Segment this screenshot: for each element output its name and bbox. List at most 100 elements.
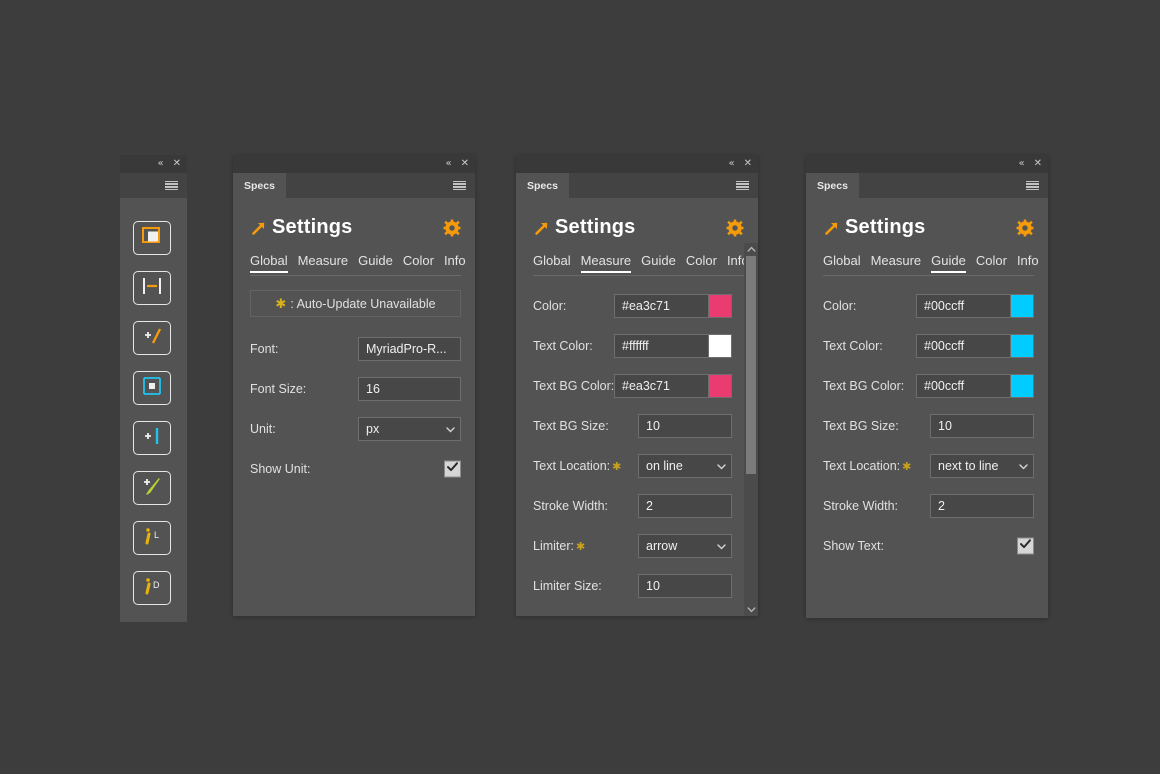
svg-text:L: L: [154, 530, 159, 540]
text-input[interactable]: 2: [638, 494, 732, 518]
form-row: Stroke Width: 2: [823, 486, 1034, 526]
star-icon: ✱: [275, 295, 287, 311]
settings-form: Font: MyriadPro-R... Font Size: 16 Unit: px Sh…: [250, 329, 461, 489]
collapse-icon[interactable]: «: [157, 159, 163, 169]
tab-color[interactable]: Color: [686, 253, 717, 272]
settings-tabs: Global Measure Guide Color Info: [823, 253, 1039, 276]
tab-guide[interactable]: Guide: [931, 253, 966, 273]
gear-icon[interactable]: [1016, 219, 1034, 237]
panel-menu-icon[interactable]: [165, 180, 178, 191]
color-swatch[interactable]: [1010, 334, 1034, 358]
color-swatch[interactable]: [1010, 294, 1034, 318]
collapse-icon[interactable]: «: [1018, 159, 1024, 169]
scroll-down-icon[interactable]: [744, 603, 758, 616]
form-row-label: Text BG Color:: [823, 379, 905, 393]
tab-global[interactable]: Global: [250, 253, 288, 273]
panel-menu-icon[interactable]: [736, 180, 749, 191]
tab-info[interactable]: Info: [444, 253, 466, 272]
text-input[interactable]: 10: [638, 574, 732, 598]
field-value: 16: [366, 382, 380, 396]
select-field[interactable]: px: [358, 417, 461, 441]
scroll-up-icon[interactable]: [744, 243, 758, 256]
window-controls: «✕: [445, 155, 469, 173]
tool-strip-window-controls: « ✕: [157, 155, 181, 173]
close-icon[interactable]: ✕: [744, 159, 752, 169]
tool-button-info-document[interactable]: D: [133, 571, 171, 605]
tool-button-artboard-spec[interactable]: [133, 221, 171, 255]
checkbox[interactable]: [1017, 537, 1034, 555]
color-swatch[interactable]: [708, 334, 732, 358]
tool-button-width-measure[interactable]: [133, 271, 171, 305]
text-input[interactable]: 10: [930, 414, 1034, 438]
check-icon: [1019, 537, 1032, 555]
tab-measure[interactable]: Measure: [871, 253, 922, 272]
chevron-down-icon: [439, 424, 456, 435]
text-input[interactable]: MyriadPro-R...: [358, 337, 461, 361]
form-row-label: Limiter Size:: [533, 579, 602, 593]
form-row: Text Location: ✱ on line: [533, 446, 732, 486]
checkbox[interactable]: [444, 460, 461, 478]
tool-button-area-spec[interactable]: [133, 371, 171, 405]
tab-info[interactable]: Info: [1017, 253, 1039, 272]
form-row: Text Color: #00ccff: [823, 326, 1034, 366]
text-input[interactable]: 2: [930, 494, 1034, 518]
panel-menu-icon[interactable]: [453, 180, 466, 191]
tool-strip-body: L D: [120, 198, 187, 622]
form-row: Font Size: 16: [250, 369, 461, 409]
color-hex-input[interactable]: #ea3c71: [614, 294, 708, 318]
text-input[interactable]: 16: [358, 377, 461, 401]
text-input[interactable]: 10: [638, 414, 732, 438]
close-icon[interactable]: ✕: [461, 159, 469, 169]
tool-button-add-diagonal-measure[interactable]: [133, 321, 171, 355]
tool-button-info-layer[interactable]: L: [133, 521, 171, 555]
panel-tabbar: Specs: [233, 173, 475, 198]
color-field: #ffffff: [614, 334, 732, 358]
vertical-scrollbar[interactable]: [744, 243, 758, 616]
color-swatch[interactable]: [1010, 374, 1034, 398]
panel-guide: «✕ Specs Settings Global Measure Guide Color In…: [806, 155, 1048, 618]
field-value: next to line: [938, 459, 999, 473]
tab-specs[interactable]: Specs: [233, 173, 286, 198]
tab-guide[interactable]: Guide: [358, 253, 393, 272]
tab-guide[interactable]: Guide: [641, 253, 676, 272]
tab-global[interactable]: Global: [823, 253, 861, 272]
color-hex-input[interactable]: #00ccff: [916, 374, 1010, 398]
form-row: Limiter: ✱ arrow: [533, 526, 732, 566]
tab-measure[interactable]: Measure: [580, 253, 631, 273]
panel-menu-icon[interactable]: [1026, 180, 1039, 191]
tab-color[interactable]: Color: [976, 253, 1007, 272]
tool-button-add-guide[interactable]: [133, 421, 171, 455]
color-swatch[interactable]: [708, 374, 732, 398]
color-hex-input[interactable]: #ea3c71: [614, 374, 708, 398]
scroll-track[interactable]: [744, 256, 758, 603]
field-value: 10: [646, 579, 660, 593]
tool-strip-tabbar: [120, 173, 187, 198]
color-swatch[interactable]: [708, 294, 732, 318]
tab-specs[interactable]: Specs: [516, 173, 569, 198]
form-row: Limiter Size: 10: [533, 566, 732, 606]
tab-global[interactable]: Global: [533, 253, 571, 272]
measure-arrow-icon: [823, 220, 840, 237]
form-row-label: Unit:: [250, 422, 276, 436]
close-icon[interactable]: ✕: [1034, 159, 1042, 169]
collapse-icon[interactable]: «: [728, 159, 734, 169]
close-icon[interactable]: ✕: [173, 159, 181, 169]
select-field[interactable]: on line: [638, 454, 732, 478]
tab-measure[interactable]: Measure: [298, 253, 349, 272]
tool-strip-titlebar: « ✕: [120, 155, 187, 173]
color-hex-input[interactable]: #ffffff: [614, 334, 708, 358]
collapse-icon[interactable]: «: [445, 159, 451, 169]
tab-specs[interactable]: Specs: [806, 173, 859, 198]
tab-color[interactable]: Color: [403, 253, 434, 272]
gear-icon[interactable]: [726, 219, 744, 237]
form-row-label: Color:: [823, 299, 857, 313]
scroll-thumb[interactable]: [746, 256, 756, 474]
svg-text:D: D: [153, 580, 160, 590]
color-hex-input[interactable]: #00ccff: [916, 294, 1010, 318]
select-field[interactable]: arrow: [638, 534, 732, 558]
tool-button-add-note[interactable]: [133, 471, 171, 505]
gear-icon[interactable]: [443, 219, 461, 237]
select-field[interactable]: next to line: [930, 454, 1034, 478]
color-hex-input[interactable]: #00ccff: [916, 334, 1010, 358]
form-row-label: Text BG Color:: [533, 379, 615, 393]
